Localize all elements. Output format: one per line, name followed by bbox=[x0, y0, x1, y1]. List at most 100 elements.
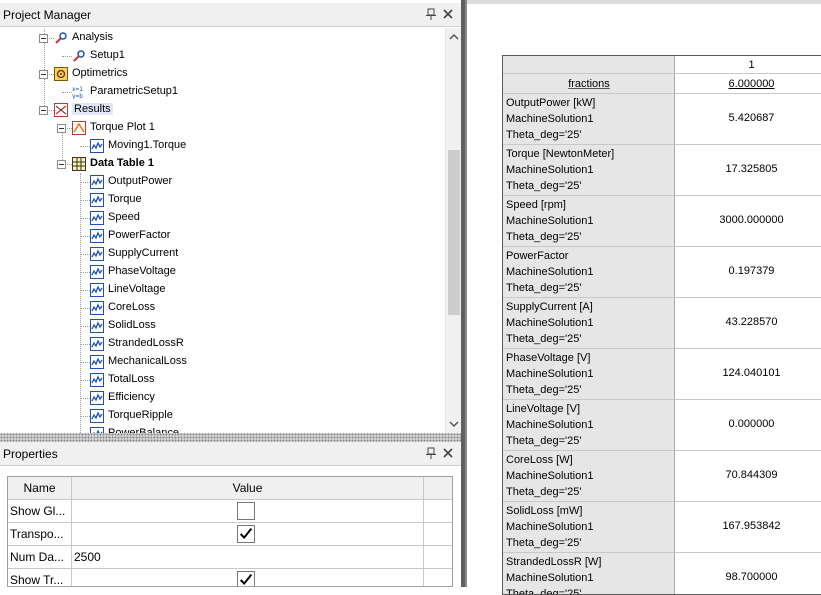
grid-row[interactable]: fractions 6.000000 bbox=[503, 74, 821, 94]
grid-row-header: SupplyCurrent [A] MachineSolution1 Theta_d… bbox=[503, 298, 675, 348]
grid-value-cell[interactable]: 70.844309 bbox=[675, 451, 821, 501]
pin-icon[interactable] bbox=[425, 8, 437, 21]
row-header-line: PhaseVoltage [V] bbox=[506, 352, 591, 364]
tree-item[interactable]: CoreLoss bbox=[0, 299, 440, 317]
row-header-line: MachineSolution1 bbox=[506, 419, 594, 431]
row-header-line: Theta_deg='25' bbox=[506, 129, 582, 141]
property-value-text: 2500 bbox=[74, 550, 101, 564]
tree-connector bbox=[80, 272, 90, 273]
tree-item[interactable]: Data Table 1 bbox=[0, 155, 440, 173]
tree-connector bbox=[80, 290, 90, 291]
tree-item[interactable]: Speed bbox=[0, 209, 440, 227]
collapse-toggle-icon[interactable] bbox=[39, 34, 48, 43]
tree-item[interactable]: LineVoltage bbox=[0, 281, 440, 299]
tree-item[interactable]: PhaseVoltage bbox=[0, 263, 440, 281]
tree-item[interactable]: SolidLoss bbox=[0, 317, 440, 335]
grid-value-cell[interactable]: 124.040101 bbox=[675, 349, 821, 399]
tree-item[interactable]: SupplyCurrent bbox=[0, 245, 440, 263]
trace-icon bbox=[90, 283, 104, 297]
grid-header-row: 1 bbox=[503, 56, 821, 74]
grid-row-header: Torque [NewtonMeter] MachineSolution1 Thet… bbox=[503, 145, 675, 195]
pin-icon[interactable] bbox=[425, 447, 437, 460]
row-header-line: Theta_deg='25' bbox=[506, 435, 582, 447]
tree-item[interactable]: PowerBalance bbox=[0, 425, 440, 433]
tree-connector bbox=[80, 416, 90, 417]
scroll-down-arrow-icon[interactable] bbox=[449, 420, 459, 428]
property-checkbox[interactable] bbox=[237, 571, 255, 586]
pane-splitter[interactable] bbox=[0, 433, 461, 442]
grid-row[interactable]: Speed [rpm] MachineSolution1 Theta_deg='25… bbox=[503, 196, 821, 247]
grid-value-cell[interactable]: 0.000000 bbox=[675, 400, 821, 450]
rect-plot-icon bbox=[72, 121, 86, 135]
property-extra-cell bbox=[424, 546, 452, 568]
grid-row-header: SolidLoss [mW] MachineSolution1 Theta_deg=… bbox=[503, 502, 675, 552]
value-column-header[interactable]: Value bbox=[72, 477, 424, 499]
tree-item[interactable]: Torque Plot 1 bbox=[0, 119, 440, 137]
property-name: Transpo... bbox=[8, 523, 72, 545]
tree-item[interactable]: Analysis bbox=[0, 29, 440, 47]
property-row[interactable]: Show Tr... bbox=[8, 569, 452, 586]
grid-value-cell[interactable]: 17.325805 bbox=[675, 145, 821, 195]
property-value[interactable] bbox=[72, 569, 424, 586]
grid-value-cell[interactable]: 3000.000000 bbox=[675, 196, 821, 246]
row-header-line: MachineSolution1 bbox=[506, 113, 594, 125]
grid-value-cell[interactable]: 167.953842 bbox=[675, 502, 821, 552]
grid-value-cell[interactable]: 0.197379 bbox=[675, 247, 821, 297]
grid-value-cell[interactable]: 43.228570 bbox=[675, 298, 821, 348]
grid-row[interactable]: SolidLoss [mW] MachineSolution1 Theta_deg=… bbox=[503, 502, 821, 553]
tree-item[interactable]: TorqueRipple bbox=[0, 407, 440, 425]
tree-item[interactable]: Efficiency bbox=[0, 389, 440, 407]
row-header-line: MachineSolution1 bbox=[506, 164, 594, 176]
tree-item[interactable]: Setup1 bbox=[0, 47, 440, 65]
property-row[interactable]: Transpo... bbox=[8, 523, 452, 546]
tree-item[interactable]: PowerFactor bbox=[0, 227, 440, 245]
property-value[interactable] bbox=[72, 500, 424, 522]
tree-item-label: Results bbox=[72, 103, 113, 115]
tree-connector bbox=[80, 326, 90, 327]
close-icon[interactable] bbox=[441, 7, 455, 21]
name-column-header[interactable]: Name bbox=[8, 477, 72, 499]
tree-item[interactable]: x=1 y=b ParametricSetup1 bbox=[0, 83, 440, 101]
grid-row[interactable]: Torque [NewtonMeter] MachineSolution1 Thet… bbox=[503, 145, 821, 196]
property-checkbox[interactable] bbox=[237, 502, 255, 520]
tree-item[interactable]: Optimetrics bbox=[0, 65, 440, 83]
grid-column-header[interactable]: 1 bbox=[675, 56, 821, 73]
grid-row[interactable]: PowerFactor MachineSolution1 Theta_deg='25… bbox=[503, 247, 821, 298]
grid-value-cell[interactable]: 98.700000 bbox=[675, 553, 821, 594]
collapse-toggle-icon[interactable] bbox=[39, 70, 48, 79]
tree-scroll-thumb[interactable] bbox=[448, 150, 460, 315]
tree-item[interactable]: Torque bbox=[0, 191, 440, 209]
tree-item[interactable]: Moving1.Torque bbox=[0, 137, 440, 155]
svg-text:x=1: x=1 bbox=[72, 86, 83, 93]
property-checkbox[interactable] bbox=[237, 525, 255, 543]
property-value[interactable] bbox=[72, 523, 424, 545]
tree-item-label: Speed bbox=[108, 211, 140, 223]
scroll-up-arrow-icon[interactable] bbox=[449, 33, 459, 41]
tree-scrollbar[interactable] bbox=[445, 28, 461, 433]
trace-icon bbox=[90, 301, 104, 315]
grid-row[interactable]: CoreLoss [W] MachineSolution1 Theta_deg='2… bbox=[503, 451, 821, 502]
tree-item-label: Torque bbox=[108, 193, 142, 205]
property-row[interactable]: Num Da... 2500 bbox=[8, 546, 452, 569]
collapse-toggle-icon[interactable] bbox=[57, 124, 66, 133]
row-header-line: SolidLoss [mW] bbox=[506, 505, 583, 517]
tree-item[interactable]: Results bbox=[0, 101, 440, 119]
row-header-line: StrandedLossR [W] bbox=[506, 556, 602, 568]
grid-row[interactable]: OutputPower [kW] MachineSolution1 Theta_de… bbox=[503, 94, 821, 145]
grid-row[interactable]: LineVoltage [V] MachineSolution1 Theta_deg… bbox=[503, 400, 821, 451]
tree-item[interactable]: MechanicalLoss bbox=[0, 353, 440, 371]
tree-item[interactable]: StrandedLossR bbox=[0, 335, 440, 353]
grid-row[interactable]: SupplyCurrent [A] MachineSolution1 Theta_d… bbox=[503, 298, 821, 349]
trace-icon bbox=[90, 247, 104, 261]
collapse-toggle-icon[interactable] bbox=[57, 160, 66, 169]
property-value[interactable]: 2500 bbox=[72, 546, 424, 568]
grid-row[interactable]: PhaseVoltage [V] MachineSolution1 Theta_de… bbox=[503, 349, 821, 400]
grid-value-cell[interactable]: 6.000000 bbox=[675, 74, 821, 93]
property-row[interactable]: Show Gl... bbox=[8, 500, 452, 523]
grid-row[interactable]: StrandedLossR [W] MachineSolution1 Theta_d… bbox=[503, 553, 821, 594]
collapse-toggle-icon[interactable] bbox=[39, 106, 48, 115]
tree-item[interactable]: OutputPower bbox=[0, 173, 440, 191]
grid-value-cell[interactable]: 5.420687 bbox=[675, 94, 821, 144]
close-icon[interactable] bbox=[441, 446, 455, 460]
tree-item[interactable]: TotalLoss bbox=[0, 371, 440, 389]
